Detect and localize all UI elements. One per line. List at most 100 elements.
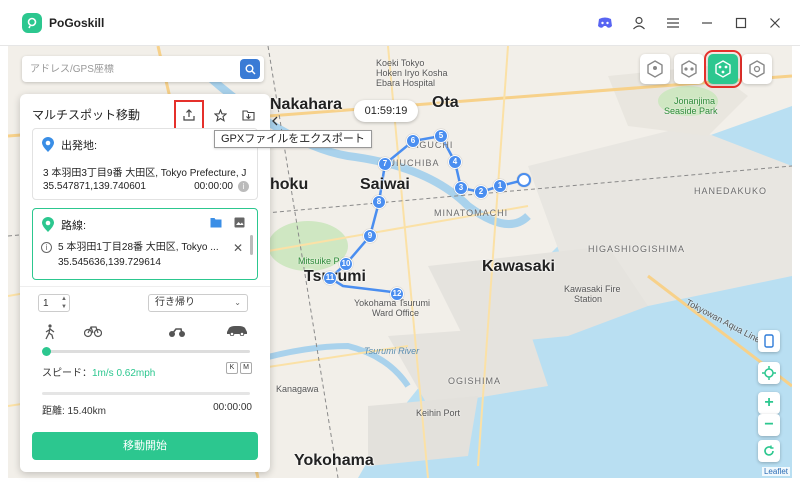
unit-km-button[interactable]: K <box>226 362 238 374</box>
speed-label: スピード： <box>42 368 92 379</box>
two-spot-icon <box>681 60 697 78</box>
start-pin-icon <box>42 137 54 152</box>
menu-icon[interactable] <box>662 12 684 34</box>
route-marker[interactable]: 1 <box>493 179 507 193</box>
route-marker[interactable]: 7 <box>378 157 392 171</box>
route-marker[interactable]: 3 <box>454 181 468 195</box>
map-label-koeki: Koeki Tokyo <box>376 58 425 68</box>
route-card[interactable]: 路線: i 5 本羽田1丁目28番 大田区, Tokyo ... 35.5456… <box>32 208 258 280</box>
route-start-marker[interactable] <box>517 173 531 187</box>
maximize-icon[interactable] <box>730 12 752 34</box>
map-label-station: Station <box>574 294 603 304</box>
folder-icon[interactable] <box>210 217 222 228</box>
route-marker[interactable]: 8 <box>372 195 386 209</box>
map-label-ward-office: Ward Office <box>372 308 420 318</box>
pin-hex-icon <box>647 60 663 78</box>
route-marker[interactable]: 9 <box>363 229 377 243</box>
image-icon[interactable] <box>234 217 245 228</box>
route-info-icon: i <box>41 242 52 253</box>
collapse-panel-button[interactable] <box>270 112 280 130</box>
zoom-in-button[interactable]: + <box>758 392 780 414</box>
route-label: 路線: <box>61 220 87 232</box>
unit-mi-button[interactable]: M <box>240 362 252 374</box>
favorite-button[interactable] <box>210 105 230 125</box>
map-label-higashiogishima: HIGASHIOGISHIMA <box>588 244 686 254</box>
minimize-icon[interactable] <box>696 12 718 34</box>
title-bar: PoGoskill <box>0 0 800 46</box>
chevron-left-icon <box>272 116 278 126</box>
speed-slider-knob[interactable] <box>42 347 51 356</box>
route-marker[interactable]: 11 <box>323 271 337 285</box>
info-icon[interactable]: i <box>238 181 249 192</box>
search-button[interactable] <box>240 59 260 79</box>
folder-import-icon <box>241 109 255 121</box>
device-button[interactable] <box>758 330 780 352</box>
walk-icon[interactable] <box>44 324 56 340</box>
reset-button[interactable] <box>758 440 780 462</box>
map-label-kanagawa: Kanagawa <box>276 384 319 394</box>
map-label-koeki3: Ebara Hospital <box>376 78 436 88</box>
locate-button[interactable] <box>758 362 780 384</box>
route-coords: 35.545636,139.729614 <box>58 257 161 268</box>
route-marker[interactable]: 2 <box>474 185 488 199</box>
close-icon[interactable] <box>764 12 786 34</box>
joystick-mode-button[interactable] <box>742 54 772 84</box>
phone-icon <box>764 334 774 348</box>
multi-spot-mode-button[interactable] <box>704 50 742 88</box>
route-marker[interactable]: 10 <box>339 257 353 271</box>
route-scrollbar[interactable] <box>250 235 253 255</box>
route-marker[interactable]: 12 <box>390 287 404 301</box>
search-icon <box>245 64 255 74</box>
map-label-ogishima: OGISHIMA <box>448 376 502 386</box>
route-marker[interactable]: 4 <box>448 155 462 169</box>
leaflet-attribution[interactable]: Leaflet <box>761 467 790 476</box>
speed-row: スピード：1m/s 0.62mph <box>42 364 155 379</box>
timer: 01:59:19 <box>354 100 418 122</box>
map-label-seaside-park: Seaside Park <box>664 106 718 116</box>
bicycle-icon[interactable] <box>84 324 102 338</box>
repeat-count: 1 <box>43 297 49 309</box>
search-input[interactable] <box>30 63 240 75</box>
route-marker[interactable]: 5 <box>434 129 448 143</box>
map-label-hanedakuko: HANEDAKUKO <box>694 186 768 196</box>
route-progress-bar <box>42 392 250 395</box>
multi-spot-panel: マルチスポット移動 出発地: 3 本羽田3丁目9番 大田区, Tokyo Pre… <box>20 94 278 472</box>
route-mode-select[interactable]: 行き帰り ⌄ <box>148 294 248 312</box>
export-gpx-tooltip: GPXファイルをエクスポート <box>214 130 372 148</box>
export-gpx-button[interactable] <box>174 100 204 130</box>
remove-route-button[interactable]: ✕ <box>233 241 243 255</box>
mode-toolbar <box>640 50 772 88</box>
two-spot-mode-button[interactable] <box>674 54 704 84</box>
start-move-button[interactable]: 移動開始 <box>32 432 258 460</box>
speed-slider[interactable] <box>42 347 250 356</box>
refresh-icon <box>764 445 774 456</box>
route-marker[interactable]: 6 <box>406 134 420 148</box>
car-icon[interactable] <box>226 324 248 336</box>
import-gpx-button[interactable] <box>238 105 258 125</box>
motorcycle-icon[interactable] <box>168 324 186 338</box>
joystick-icon <box>749 60 765 78</box>
map-label-kawasaki-fire: Kawasaki Fire <box>564 284 621 294</box>
account-icon[interactable] <box>628 12 650 34</box>
map-label-ota: Ota <box>432 94 459 111</box>
chevron-down-icon: ⌄ <box>234 298 241 307</box>
export-icon <box>183 109 195 121</box>
app-logo-icon <box>22 12 42 33</box>
map-label-minatomachi: MINATOMACHI <box>434 208 509 218</box>
map-label-koeki2: Hoken Iryo Kosha <box>376 68 448 78</box>
multi-spot-icon <box>715 60 731 78</box>
app-title: PoGoskill <box>49 15 105 30</box>
map-label-tsurumi-river: Tsurumi River <box>364 346 420 356</box>
zoom-out-button[interactable]: − <box>758 414 780 436</box>
stepper-arrows[interactable]: ▲ ▼ <box>61 295 67 311</box>
crosshair-icon <box>762 366 776 380</box>
divider <box>20 286 270 287</box>
start-address: 3 本羽田3丁目9番 大田区, Tokyo Prefecture, J <box>43 168 247 179</box>
discord-icon[interactable] <box>594 12 616 34</box>
route-address: 5 本羽田1丁目28番 大田区, Tokyo ... <box>58 242 219 253</box>
teleport-mode-button[interactable] <box>640 54 670 84</box>
repeat-count-stepper[interactable]: 1 ▲ ▼ <box>38 294 70 312</box>
map-label-yokohama: Yokohama <box>294 452 374 469</box>
map-label-keihin-port: Keihin Port <box>416 408 461 418</box>
start-time: 00:00:00 <box>194 181 233 192</box>
